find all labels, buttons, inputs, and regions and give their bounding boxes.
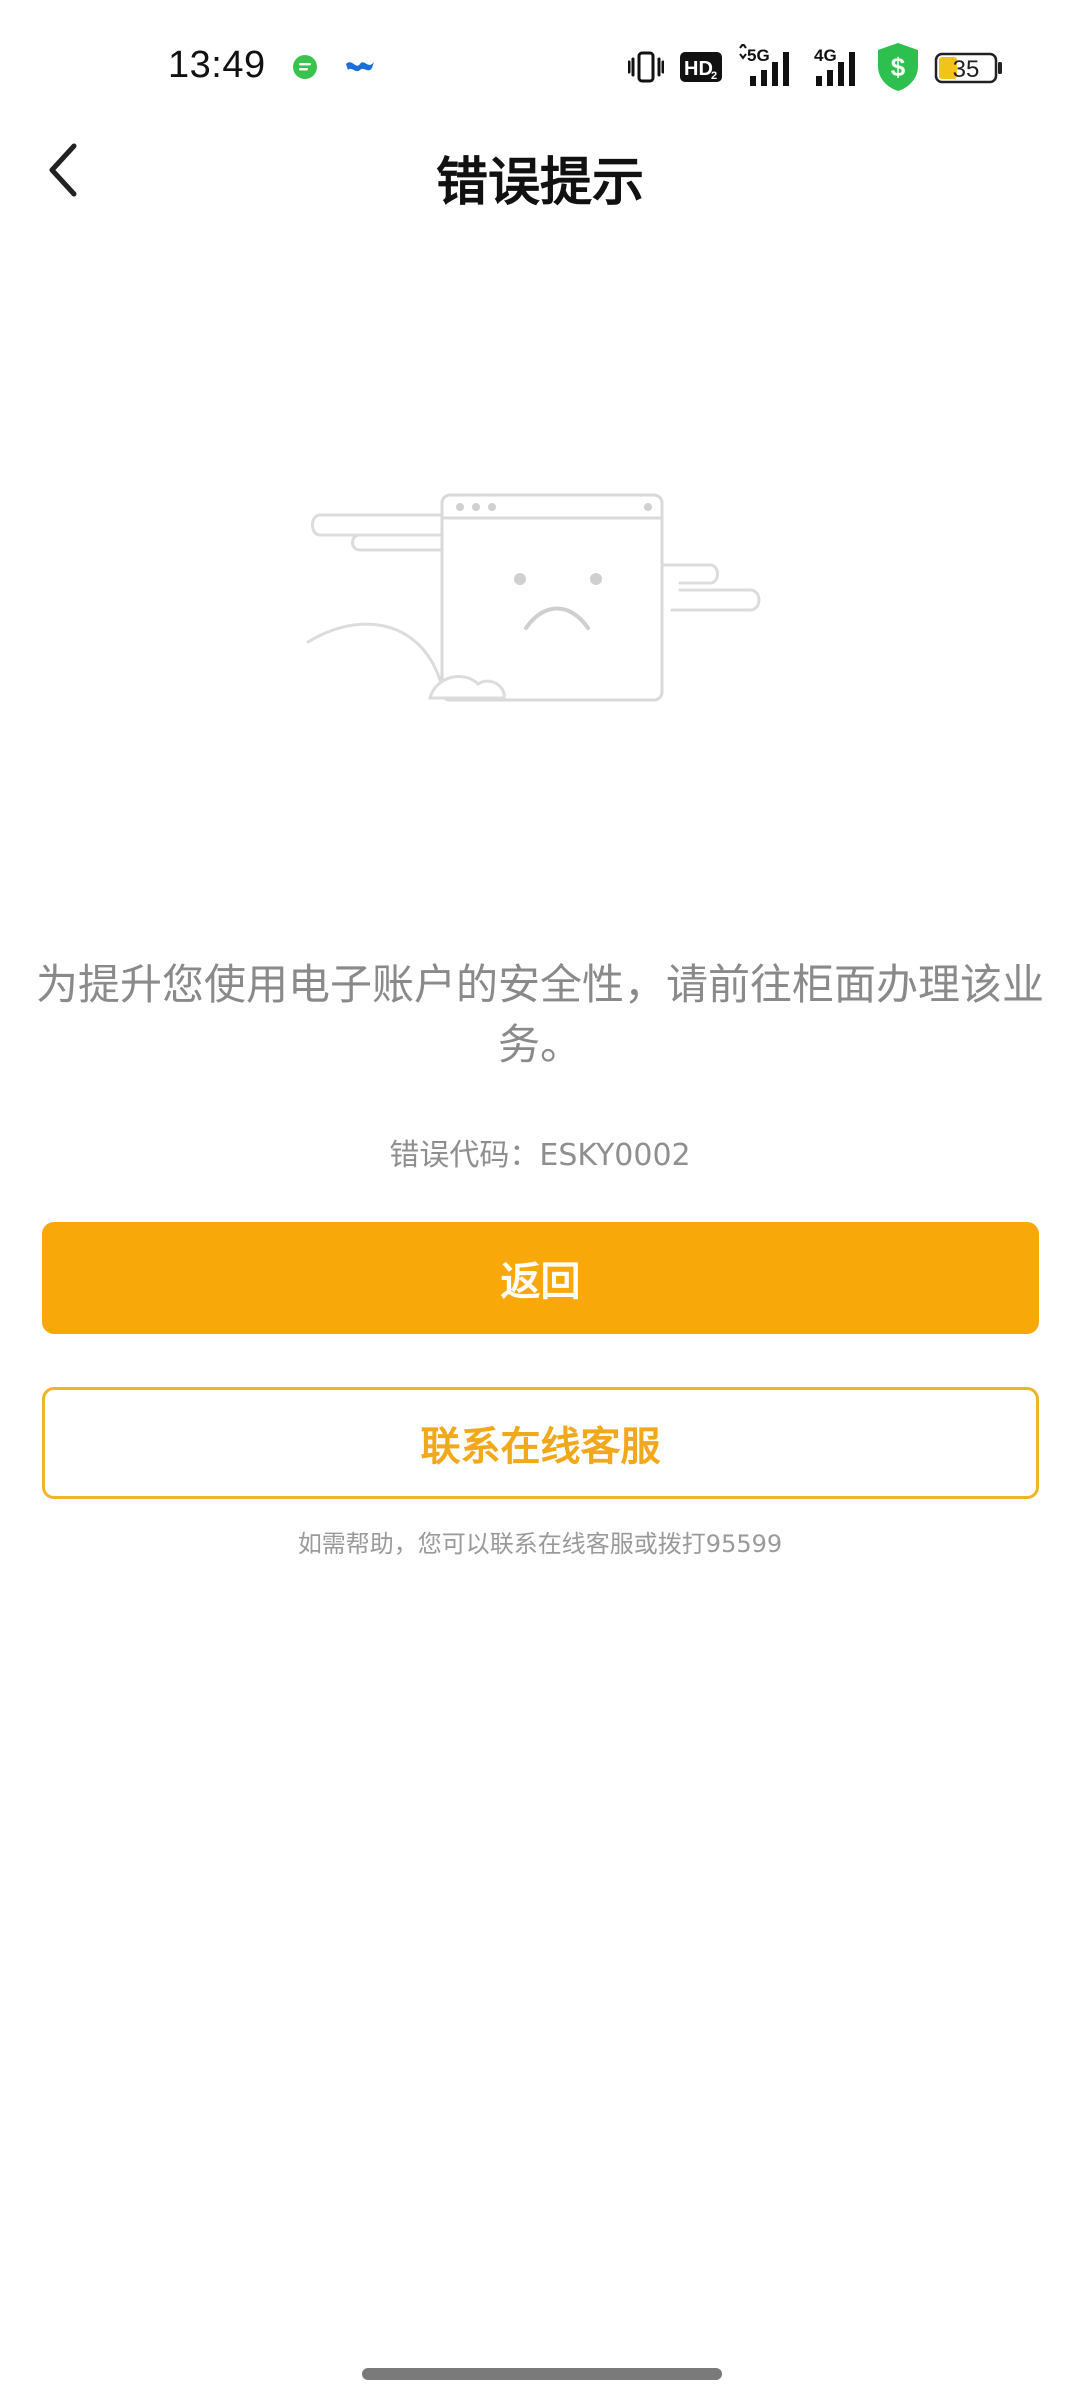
signal-4g-icon: 4G	[814, 46, 855, 86]
status-time: 13:49	[168, 44, 266, 86]
status-bar: 13:49 HD 2 5G 4G $ 35	[0, 0, 1080, 132]
back-action-button[interactable]: 返回	[42, 1222, 1039, 1334]
nav-bar: 错误提示	[0, 132, 1080, 213]
signal-5g-icon: 5G	[739, 44, 789, 86]
svg-text:5G: 5G	[747, 46, 770, 65]
bird-icon	[346, 62, 374, 72]
error-code-label: 错误代码：	[389, 1138, 540, 1173]
error-code-value: ESKY0002	[539, 1138, 691, 1173]
shield-dollar-icon: $	[878, 43, 918, 91]
svg-text:4G: 4G	[814, 46, 837, 65]
error-page: 13:49 HD 2 5G 4G $ 35 错误提示 为提升您使用电子账户的安全…	[0, 0, 1080, 2400]
svg-text:HD: HD	[684, 58, 713, 80]
contact-support-label: 联系在线客服	[420, 1424, 661, 1470]
sad-browser-illustration	[306, 493, 761, 702]
svg-text:2: 2	[711, 70, 717, 82]
back-action-label: 返回	[500, 1259, 581, 1305]
svg-text:$: $	[891, 52, 906, 82]
home-indicator[interactable]	[362, 2368, 722, 2380]
page-title: 错误提示	[435, 153, 644, 213]
hd-icon: HD 2	[680, 52, 722, 82]
svg-text:35: 35	[953, 56, 980, 83]
chat-bubble-icon	[293, 55, 317, 79]
error-message: 为提升您使用电子账户的安全性，请前往柜面办理该业务。	[36, 960, 1045, 1069]
contact-support-button[interactable]: 联系在线客服	[42, 1387, 1039, 1499]
help-text: 如需帮助，您可以联系在线客服或拨打95599	[297, 1530, 783, 1558]
vibrate-icon	[628, 51, 664, 83]
error-code-line: 错误代码：ESKY0002	[0, 1130, 1080, 1174]
battery-icon: 35	[934, 52, 1002, 84]
